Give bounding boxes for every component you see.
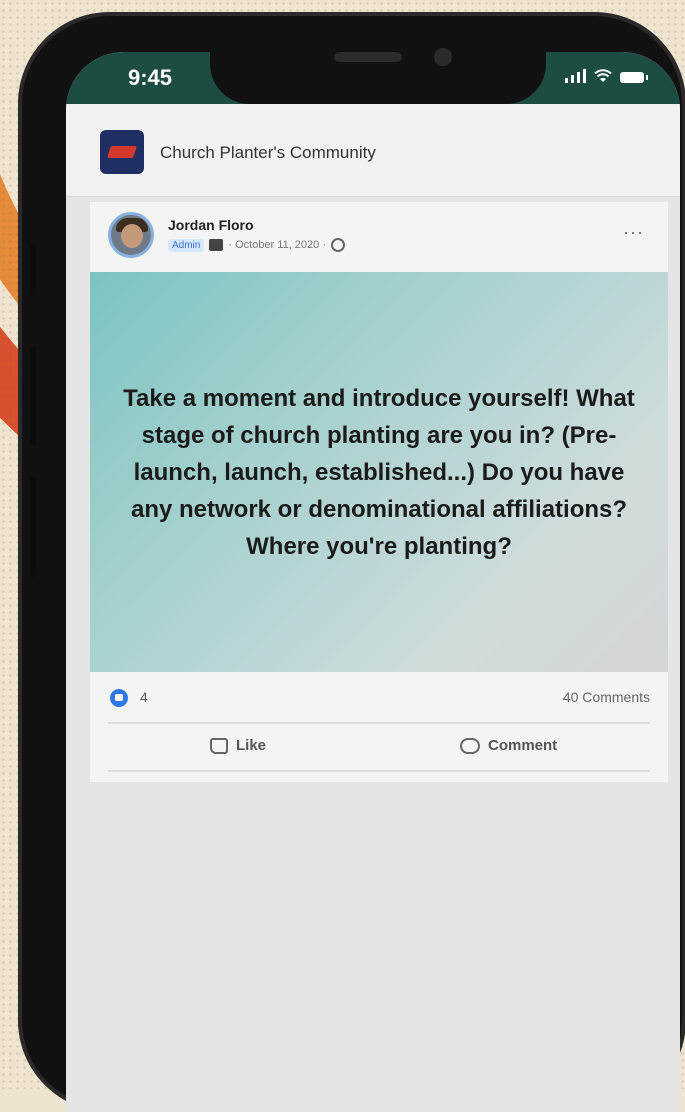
comment-label: Comment [488,737,558,754]
like-reaction-icon[interactable] [110,689,128,707]
phone-screen: 9:45 Church Planter's Community Jordan F… [66,52,680,1112]
wifi-icon [594,69,612,82]
post-meta: Admin · October 11, 2020 · [168,238,345,252]
comment-icon [460,737,480,754]
member-badge-icon [209,239,224,251]
more-icon[interactable]: ··· [623,222,644,243]
group-name[interactable]: Church Planter's Community [160,143,376,163]
phone-notch [210,24,546,104]
mute-switch [30,244,36,296]
speaker [334,52,402,62]
group-header[interactable]: Church Planter's Community [66,104,680,197]
post-card: Jordan Floro Admin · October 11, 2020 · … [90,202,668,782]
avatar[interactable] [108,212,154,258]
battery-icon [620,72,648,83]
like-button[interactable]: Like [210,737,266,754]
volume-up-button [30,346,36,446]
post-body: Take a moment and introduce yourself! Wh… [123,384,635,560]
volume-down-button [30,477,36,577]
post-author[interactable]: Jordan Floro [168,217,254,233]
post-background-card[interactable]: Take a moment and introduce yourself! Wh… [90,272,668,672]
post-actions: Like Comment [90,724,668,770]
post-date[interactable]: · October 11, 2020 · [228,239,326,251]
phone-frame: 9:45 Church Planter's Community Jordan F… [18,12,685,1112]
reactions-bar: 4 40 Comments [90,672,668,722]
comments-count[interactable]: 40 Comments [563,689,650,705]
group-logo[interactable] [100,130,144,174]
comment-button[interactable]: Comment [460,737,557,754]
reaction-count[interactable]: 4 [140,689,148,705]
signal-icon [565,69,586,83]
like-label: Like [236,737,267,754]
globe-icon [330,238,345,252]
status-icons [565,69,648,83]
status-time: 9:45 [128,65,173,90]
front-camera [434,48,452,66]
like-icon [210,737,228,754]
admin-badge: Admin [168,238,205,252]
divider [108,770,650,772]
